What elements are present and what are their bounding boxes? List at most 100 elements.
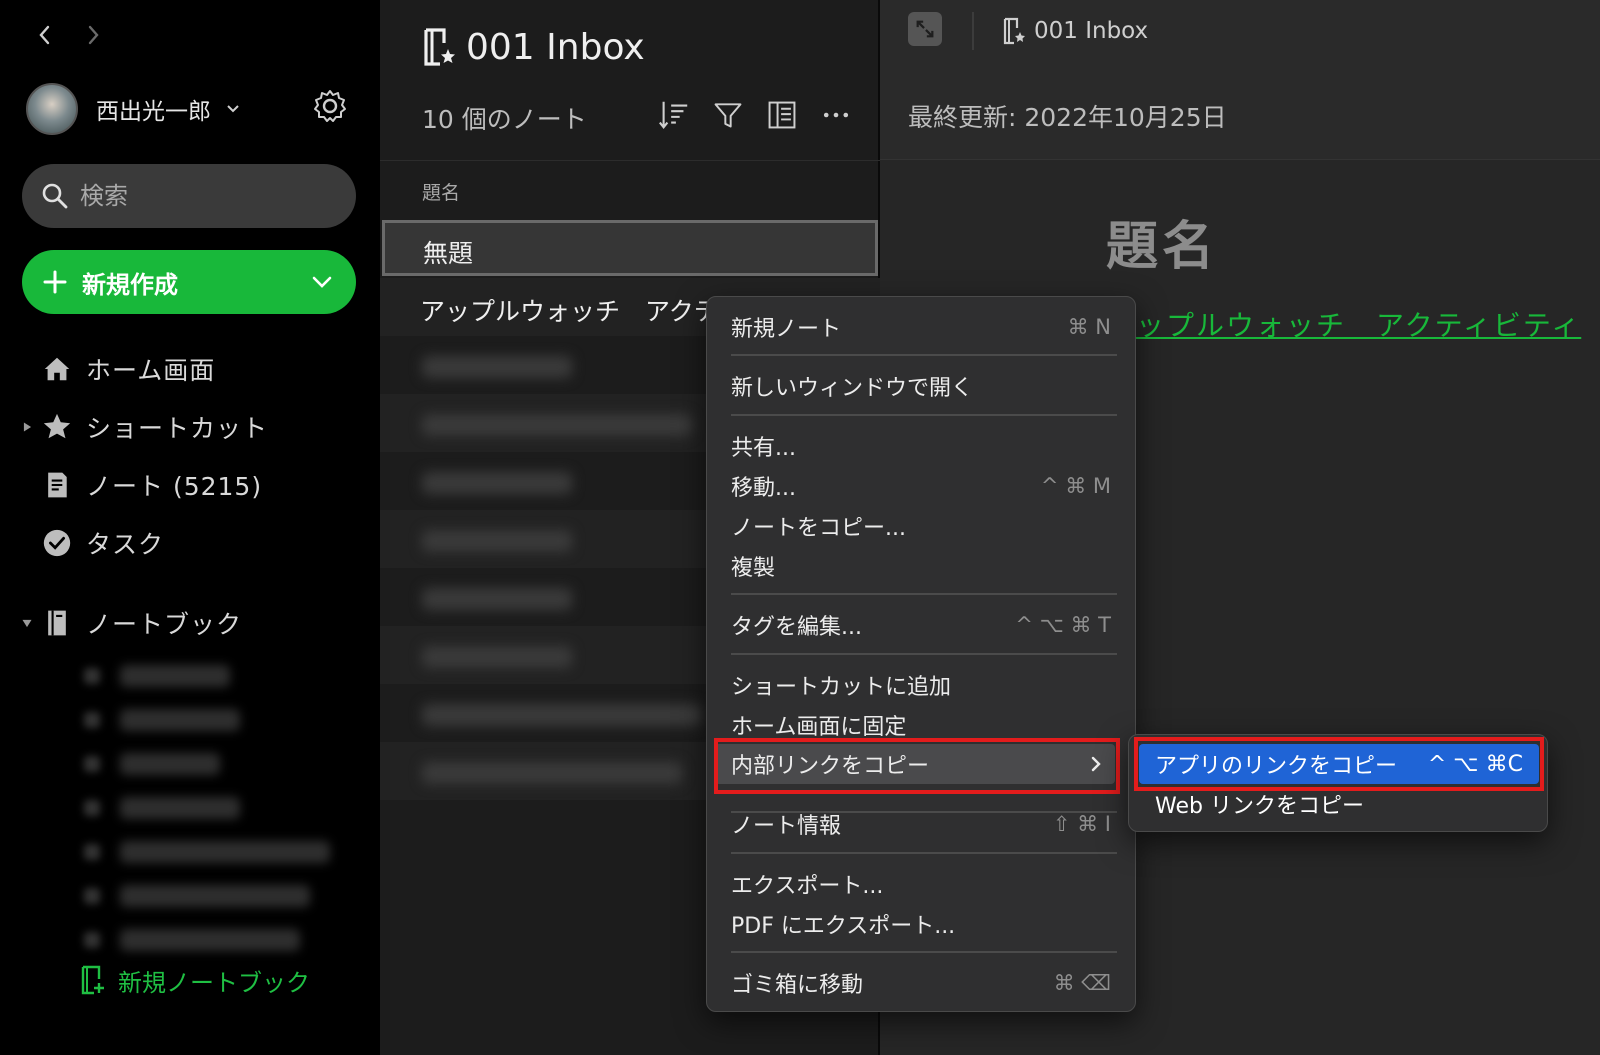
highlight-box bbox=[714, 738, 1120, 794]
note-heading[interactable]: 題名 bbox=[1106, 204, 1218, 279]
note-row-selected[interactable]: 無題 bbox=[382, 220, 878, 276]
menu-separator bbox=[731, 852, 1117, 854]
gear-icon[interactable] bbox=[312, 88, 348, 124]
menu-item-label: Web リンクをコピー bbox=[1155, 794, 1364, 819]
menu-item-shortcut: ⌘ ⌫ bbox=[1053, 971, 1111, 995]
menu-item-label: ホーム画面に固定 bbox=[731, 715, 907, 740]
disclosure-down-icon[interactable] bbox=[18, 614, 36, 632]
star-icon bbox=[40, 410, 74, 444]
notebook-title: 001 Inbox bbox=[422, 22, 645, 72]
menu-item-edit-tags[interactable]: タグを編集... ^ ⌥ ⌘ T bbox=[707, 605, 1137, 645]
blurred-notebook-item[interactable] bbox=[120, 753, 220, 775]
expand-icon[interactable] bbox=[908, 12, 942, 46]
plus-icon bbox=[43, 270, 67, 294]
sidebar-item-label: ノート (5215) bbox=[86, 472, 263, 501]
menu-item-label: 新しいウィンドウで開く bbox=[731, 376, 974, 401]
disclosure-right-icon[interactable] bbox=[18, 418, 36, 436]
home-icon bbox=[40, 352, 74, 386]
menu-item-move-to-trash[interactable]: ゴミ箱に移動 ⌘ ⌫ bbox=[707, 963, 1137, 1003]
note-icon bbox=[40, 468, 74, 502]
menu-separator bbox=[731, 593, 1117, 595]
blurred-notebook-item[interactable] bbox=[120, 929, 300, 951]
menu-item-label: ノート情報 bbox=[731, 814, 842, 839]
sidebar-item-home[interactable]: ホーム画面 bbox=[18, 346, 358, 392]
blurred-notebook-icon bbox=[84, 800, 100, 816]
blurred-notebook-icon bbox=[84, 668, 100, 684]
menu-item-label: PDF にエクスポート... bbox=[731, 914, 956, 939]
sidebar-item-shortcuts[interactable]: ショートカット bbox=[18, 404, 358, 450]
divider bbox=[380, 160, 880, 161]
new-note-label: 新規作成 bbox=[82, 270, 178, 299]
blurred-notebook-icon bbox=[84, 932, 100, 948]
note-link[interactable]: ップルウォッチ アクティビティ bbox=[1136, 304, 1581, 344]
sidebar-item-notes[interactable]: ノート (5215) bbox=[18, 462, 358, 508]
user-name: 西出光一郎 bbox=[96, 99, 211, 125]
note-title: 無題 bbox=[423, 239, 474, 268]
blurred-notebook-item[interactable] bbox=[120, 885, 310, 907]
menu-separator bbox=[731, 414, 1117, 416]
blurred-notebook-icon bbox=[84, 756, 100, 772]
menu-item-copy-note[interactable]: ノートをコピー... bbox=[707, 506, 1137, 546]
avatar bbox=[26, 83, 78, 135]
notebook-icon bbox=[424, 28, 455, 66]
new-note-button[interactable]: 新規作成 bbox=[22, 250, 356, 314]
blurred-notebook-item[interactable] bbox=[120, 797, 240, 819]
notebook-title-text: 001 Inbox bbox=[466, 26, 645, 68]
sidebar-item-notebooks[interactable]: ノートブック bbox=[18, 600, 358, 646]
menu-separator bbox=[731, 653, 1117, 655]
note-title: アップルウォッチ アクテ bbox=[420, 297, 719, 326]
new-notebook-button[interactable]: 新規ノートブック bbox=[80, 960, 310, 1000]
blurred-notebook-icon bbox=[84, 844, 100, 860]
menu-item-label: 共有... bbox=[731, 436, 796, 461]
sort-icon[interactable] bbox=[656, 94, 692, 136]
blurred-notebook-item[interactable] bbox=[120, 841, 330, 863]
menu-item-export[interactable]: エクスポート... bbox=[707, 864, 1137, 904]
menu-item-shortcut: ^ ⌥ ⌘ T bbox=[1015, 613, 1111, 637]
chevron-down-icon bbox=[227, 105, 239, 113]
breadcrumb[interactable]: 001 Inbox bbox=[1002, 14, 1148, 48]
menu-item-add-shortcut[interactable]: ショートカットに追加 bbox=[707, 665, 1137, 705]
column-header-title[interactable]: 題名 bbox=[422, 178, 460, 205]
sidebar-item-label: ノートブック bbox=[86, 610, 243, 639]
sidebar-item-label: タスク bbox=[86, 530, 165, 559]
filter-icon[interactable] bbox=[710, 94, 746, 136]
menu-item-export-pdf[interactable]: PDF にエクスポート... bbox=[707, 904, 1137, 944]
search-icon bbox=[42, 183, 68, 209]
menu-item-note-info[interactable]: ノート情報 ⇧ ⌘ I bbox=[707, 804, 1137, 844]
menu-item-shortcut: ⇧ ⌘ I bbox=[1052, 812, 1111, 836]
last-updated: 最終更新: 2022年10月25日 bbox=[908, 103, 1227, 132]
menu-item-label: エクスポート... bbox=[731, 874, 884, 899]
menu-item-open-new-window[interactable]: 新しいウィンドウで開く bbox=[707, 366, 1137, 406]
chevron-down-icon[interactable] bbox=[310, 270, 334, 294]
more-options-icon[interactable] bbox=[818, 94, 854, 136]
back-arrow-icon[interactable] bbox=[32, 18, 58, 52]
new-notebook-label: 新規ノートブック bbox=[118, 968, 310, 997]
check-circle-icon bbox=[40, 526, 74, 560]
account-menu[interactable]: 西出光一郎 bbox=[26, 82, 356, 136]
forward-arrow-icon[interactable] bbox=[80, 18, 106, 52]
menu-item-move[interactable]: 移動... ^ ⌘ M bbox=[707, 466, 1137, 506]
sidebar-item-tasks[interactable]: タスク bbox=[18, 520, 358, 566]
blurred-notebook-icon bbox=[84, 888, 100, 904]
menu-item-duplicate[interactable]: 複製 bbox=[707, 546, 1137, 586]
menu-item-shortcut: ^ ⌘ M bbox=[1040, 474, 1111, 498]
editor-header: 001 Inbox 最終更新: 2022年10月25日 bbox=[880, 0, 1600, 160]
view-options-icon[interactable] bbox=[764, 94, 800, 136]
menu-item-label: ノートをコピー... bbox=[731, 516, 906, 541]
search-bar[interactable] bbox=[22, 164, 356, 228]
menu-item-label: ゴミ箱に移動 bbox=[731, 973, 864, 998]
notebook-icon bbox=[1003, 17, 1025, 45]
blurred-notebook-item[interactable] bbox=[120, 709, 240, 731]
menu-item-share[interactable]: 共有... bbox=[707, 426, 1137, 466]
notebook-icon bbox=[40, 606, 74, 640]
blurred-notebook-item[interactable] bbox=[120, 665, 230, 687]
note-count: 10 個のノート bbox=[422, 105, 587, 134]
menu-item-label: タグを編集... bbox=[731, 615, 862, 640]
divider bbox=[972, 12, 974, 50]
search-input[interactable] bbox=[80, 182, 330, 210]
sidebar-item-label: ショートカット bbox=[86, 414, 269, 443]
blurred-notebook-icon bbox=[84, 712, 100, 728]
menu-item-label: 新規ノート bbox=[731, 317, 842, 342]
menu-separator bbox=[731, 951, 1117, 953]
menu-item-new-note[interactable]: 新規ノート ⌘ N bbox=[707, 307, 1137, 347]
